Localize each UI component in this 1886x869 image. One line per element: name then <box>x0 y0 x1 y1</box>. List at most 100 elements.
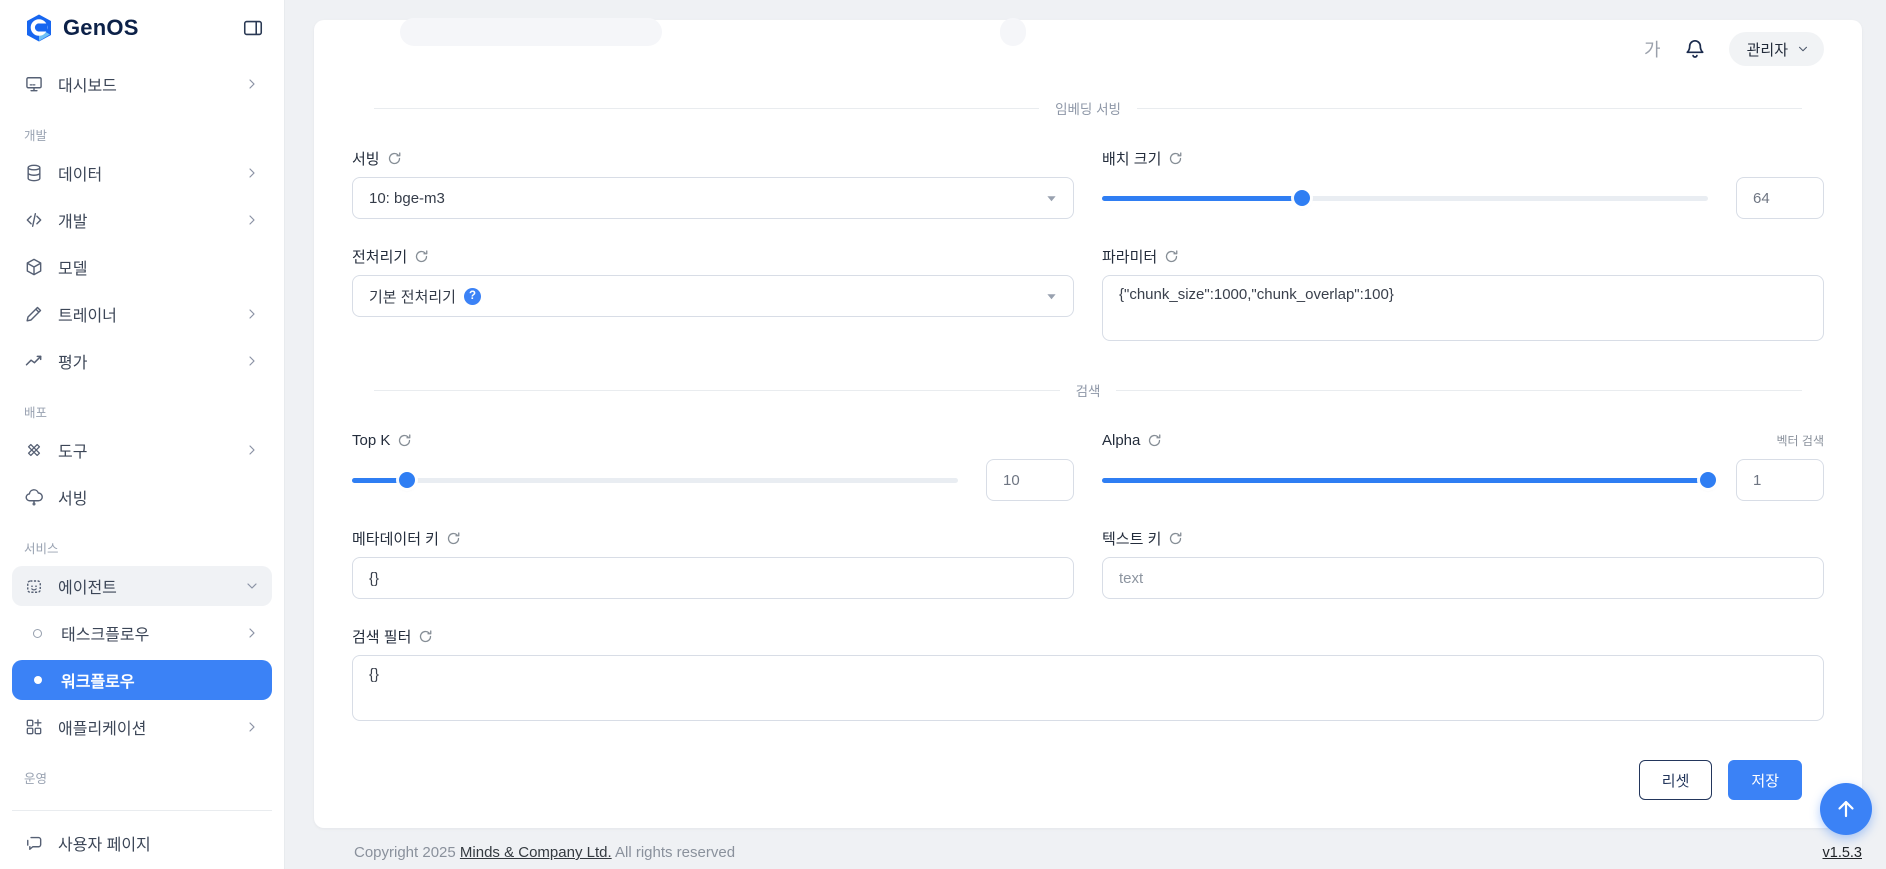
caret-down-icon <box>1046 193 1057 204</box>
field-top-k: Top K <box>352 430 1074 501</box>
tools-icon <box>24 440 44 460</box>
code-icon <box>24 210 44 230</box>
version-link[interactable]: v1.5.3 <box>1823 845 1863 861</box>
metadata-key-input[interactable] <box>352 557 1074 599</box>
agent-icon <box>24 576 44 596</box>
preprocessor-select[interactable]: 기본 전처리기 ? <box>352 275 1074 317</box>
preprocessor-select-value: 기본 전처리기 <box>369 286 456 307</box>
caret-down-icon <box>1046 291 1057 302</box>
top-k-input[interactable] <box>986 459 1074 501</box>
slider-thumb[interactable] <box>399 472 415 488</box>
slider-fill <box>1102 196 1302 201</box>
preprocessor-label: 전처리기 <box>352 246 407 267</box>
sidebar-item-trainer[interactable]: 트레이너 <box>12 294 272 334</box>
sidebar-item-label: 데이터 <box>58 161 102 185</box>
sidebar-item-label: 개발 <box>58 208 87 232</box>
refresh-icon[interactable] <box>1164 249 1179 264</box>
chevron-right-icon <box>244 625 260 641</box>
slider-thumb[interactable] <box>1700 472 1716 488</box>
field-preprocessor: 전처리기 기본 전처리기 ? <box>352 246 1074 346</box>
slider-fill <box>1102 478 1708 483</box>
refresh-icon[interactable] <box>418 629 433 644</box>
vector-search-hint: 벡터 검색 <box>1777 432 1825 449</box>
copyright-suffix: All rights reserved <box>612 844 735 861</box>
app-logo-text: GenOS <box>63 15 139 41</box>
sidebar-subitem-taskflow[interactable]: 태스크플로우 <box>12 613 272 653</box>
sidebar-item-label: 에이전트 <box>58 574 117 598</box>
sidebar-item-evaluation[interactable]: 평가 <box>12 341 272 381</box>
sidebar-item-label: 평가 <box>58 349 87 373</box>
search-filter-textarea[interactable]: {} <box>352 655 1824 721</box>
genos-logo-icon <box>24 13 54 43</box>
font-size-toggle[interactable]: 가 <box>1644 36 1661 62</box>
pencil-icon <box>24 304 44 324</box>
database-icon <box>24 163 44 183</box>
sidebar-item-label: 모델 <box>58 255 87 279</box>
chevron-right-icon <box>244 353 260 369</box>
parameters-label: 파라미터 <box>1102 246 1157 267</box>
refresh-icon[interactable] <box>387 151 402 166</box>
refresh-icon[interactable] <box>1168 151 1183 166</box>
field-parameters: 파라미터 {"chunk_size":1000,"chunk_overlap":… <box>1102 246 1824 346</box>
sidebar-item-agent[interactable]: 에이전트 <box>12 566 272 606</box>
user-menu-label: 관리자 <box>1747 39 1788 60</box>
sidebar-collapse-icon[interactable] <box>242 17 264 39</box>
sidebar-item-tools[interactable]: 도구 <box>12 430 272 470</box>
chevron-right-icon <box>244 76 260 92</box>
serving-select-value: 10: bge-m3 <box>369 190 445 207</box>
sidebar-item-label: 사용자 페이지 <box>58 831 151 855</box>
sidebar-item-dashboard[interactable]: 대시보드 <box>12 64 272 104</box>
sidebar-item-model[interactable]: 모델 <box>12 247 272 287</box>
top-k-slider[interactable] <box>352 472 958 488</box>
batch-size-slider[interactable] <box>1102 190 1708 206</box>
save-button[interactable]: 저장 <box>1728 760 1802 800</box>
alpha-input[interactable] <box>1736 459 1824 501</box>
chart-line-icon <box>24 351 44 371</box>
sidebar-item-data[interactable]: 데이터 <box>12 153 272 193</box>
sidebar-item-label: 대시보드 <box>58 72 117 96</box>
field-metadata-key: 메타데이터 키 <box>352 528 1074 599</box>
text-key-input[interactable] <box>1102 557 1824 599</box>
chevron-down-icon <box>1796 42 1810 56</box>
copyright-text: Copyright 2025 Minds & Company Ltd. All … <box>354 844 735 861</box>
form-actions: 리셋 저장 <box>352 760 1802 800</box>
refresh-icon[interactable] <box>1168 531 1183 546</box>
refresh-icon[interactable] <box>397 433 412 448</box>
user-menu-button[interactable]: 관리자 <box>1729 32 1824 66</box>
slider-track <box>352 478 958 483</box>
sidebar-menu: 대시보드 개발 데이터 개발 모델 트레이너 평가 배포 <box>0 56 284 863</box>
alpha-slider[interactable] <box>1102 472 1708 488</box>
sidebar-subitem-workflow[interactable]: 워크플로우 <box>12 660 272 700</box>
sidebar: GenOS 대시보드 개발 데이터 개발 모델 트레이너 <box>0 0 285 869</box>
sidebar-item-serving[interactable]: 서빙 <box>12 477 272 517</box>
refresh-icon[interactable] <box>1147 433 1162 448</box>
logo-row: GenOS <box>0 0 284 56</box>
field-batch-size: 배치 크기 <box>1102 148 1824 219</box>
metadata-key-label: 메타데이터 키 <box>352 528 439 549</box>
form-row-2: 전처리기 기본 전처리기 ? 파라미터 {"chunk_size":1000,"… <box>352 246 1824 346</box>
slider-thumb[interactable] <box>1294 190 1310 206</box>
sidebar-section-service: 서비스 <box>12 524 272 566</box>
help-icon[interactable]: ? <box>464 288 481 305</box>
reset-button[interactable]: 리셋 <box>1639 760 1713 800</box>
topbar: 가 관리자 <box>352 20 1824 78</box>
chat-bubble-icon <box>24 833 44 853</box>
sidebar-item-develop[interactable]: 개발 <box>12 200 272 240</box>
notification-bell-icon[interactable] <box>1683 37 1707 61</box>
parameters-textarea[interactable]: {"chunk_size":1000,"chunk_overlap":100} <box>1102 275 1824 341</box>
refresh-icon[interactable] <box>414 249 429 264</box>
scrolled-content-remnant <box>400 18 662 46</box>
slider-track <box>1102 478 1708 483</box>
chevron-right-icon <box>244 212 260 228</box>
sidebar-item-user-page[interactable]: 사용자 페이지 <box>12 823 272 863</box>
serving-select[interactable]: 10: bge-m3 <box>352 177 1074 219</box>
alpha-label: Alpha <box>1102 432 1140 449</box>
batch-size-input[interactable] <box>1736 177 1824 219</box>
company-link[interactable]: Minds & Company Ltd. <box>460 844 612 861</box>
sidebar-item-application[interactable]: 애플리케이션 <box>12 707 272 747</box>
refresh-icon[interactable] <box>446 531 461 546</box>
copyright-prefix: Copyright 2025 <box>354 844 460 861</box>
field-search-filter: 검색 필터 {} <box>352 626 1824 726</box>
sidebar-item-label: 애플리케이션 <box>58 715 146 739</box>
scroll-to-top-button[interactable] <box>1820 783 1872 835</box>
